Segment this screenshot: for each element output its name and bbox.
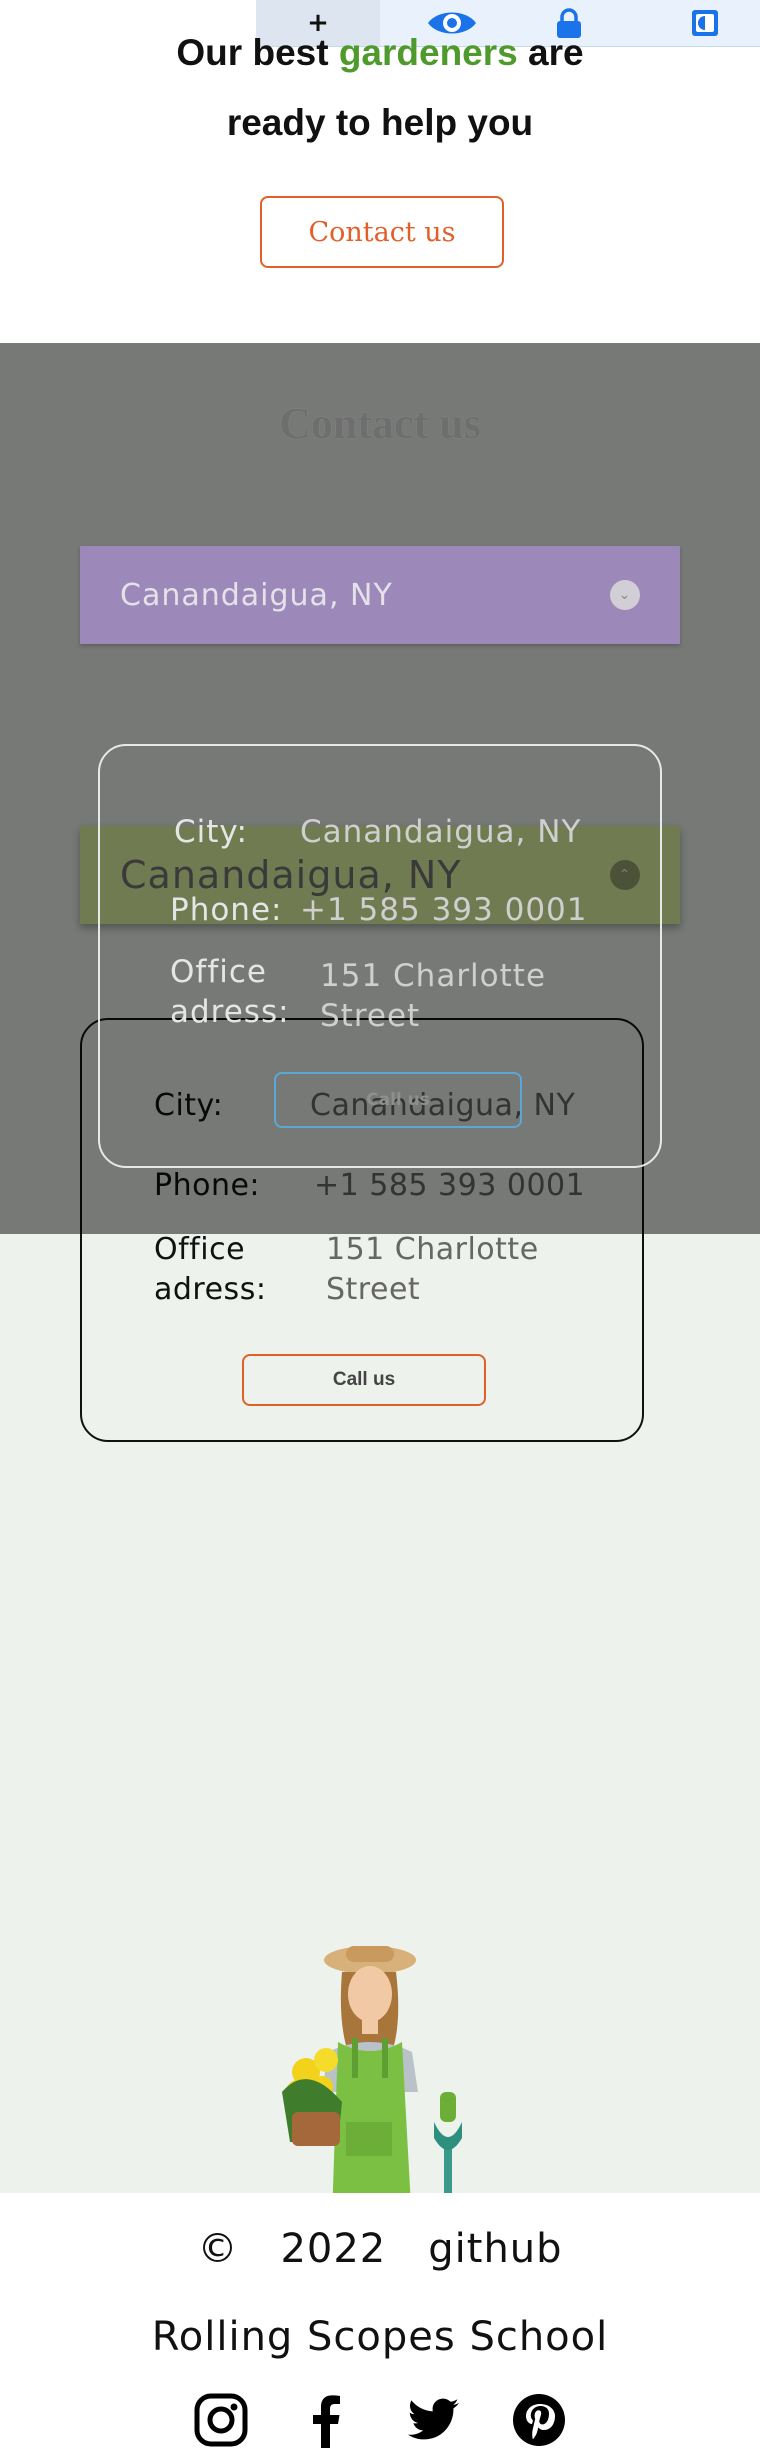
- city-select-value: Canandaigua, NY: [120, 577, 393, 613]
- contact-heading: Contact us: [279, 399, 481, 448]
- instagram-icon[interactable]: [193, 2392, 249, 2448]
- overlay-office-value-line1: 151 Charlotte: [320, 958, 547, 994]
- office-value-line2: Street: [326, 1272, 421, 1307]
- office-label-line2: adress:: [154, 1272, 267, 1307]
- footer-year: 2022: [280, 2226, 387, 2272]
- overlay-office-label: Office adress:: [170, 952, 290, 1032]
- overlay-phone-value: +1 585 393 0001: [300, 892, 588, 928]
- office-value: 151 Charlotte Street: [326, 1230, 539, 1310]
- call-us-button[interactable]: Call us: [242, 1354, 486, 1406]
- contact-us-button[interactable]: Contact us: [260, 196, 504, 268]
- footer-line: © 2022 github: [0, 2226, 760, 2272]
- hero-title-part1: Our best: [176, 32, 339, 73]
- contact-card-overlay: City: Canandaigua, NY Phone: +1 585 393 …: [98, 744, 662, 1168]
- overlay-phone-label: Phone:: [170, 892, 283, 928]
- office-value-line1: 151 Charlotte: [326, 1232, 539, 1267]
- hero-title-highlight: gardeners: [338, 32, 518, 73]
- overlay-city-label: City:: [174, 814, 248, 850]
- overlay-office-label-line2: adress:: [170, 994, 290, 1030]
- office-label: Office adress:: [154, 1230, 266, 1310]
- school-link[interactable]: Rolling Scopes School: [0, 2314, 760, 2360]
- pinterest-icon[interactable]: [511, 2392, 567, 2448]
- office-label-line1: Office: [154, 1232, 246, 1267]
- copyright-symbol: ©: [197, 2226, 239, 2272]
- twitter-icon[interactable]: [405, 2392, 461, 2448]
- overlay-office-label-line1: Office: [170, 954, 267, 990]
- overlay-city-value: Canandaigua, NY: [300, 814, 582, 850]
- city-select[interactable]: Canandaigua, NY ⌄: [80, 546, 680, 644]
- hero-title-part2: are: [517, 32, 584, 73]
- overlay-office-value-line2: Street: [320, 998, 421, 1034]
- hero-title-line2: ready to help you: [226, 102, 534, 143]
- social-links: [0, 2392, 760, 2448]
- chevron-down-icon: ⌄: [610, 580, 640, 610]
- github-link[interactable]: github: [428, 2226, 562, 2272]
- facebook-icon[interactable]: [299, 2392, 355, 2448]
- overlay-office-value: 151 Charlotte Street: [320, 956, 546, 1036]
- overlay-call-us-button[interactable]: Call us: [274, 1072, 522, 1128]
- hero-title: Our best gardeners are ready to help you: [0, 18, 760, 158]
